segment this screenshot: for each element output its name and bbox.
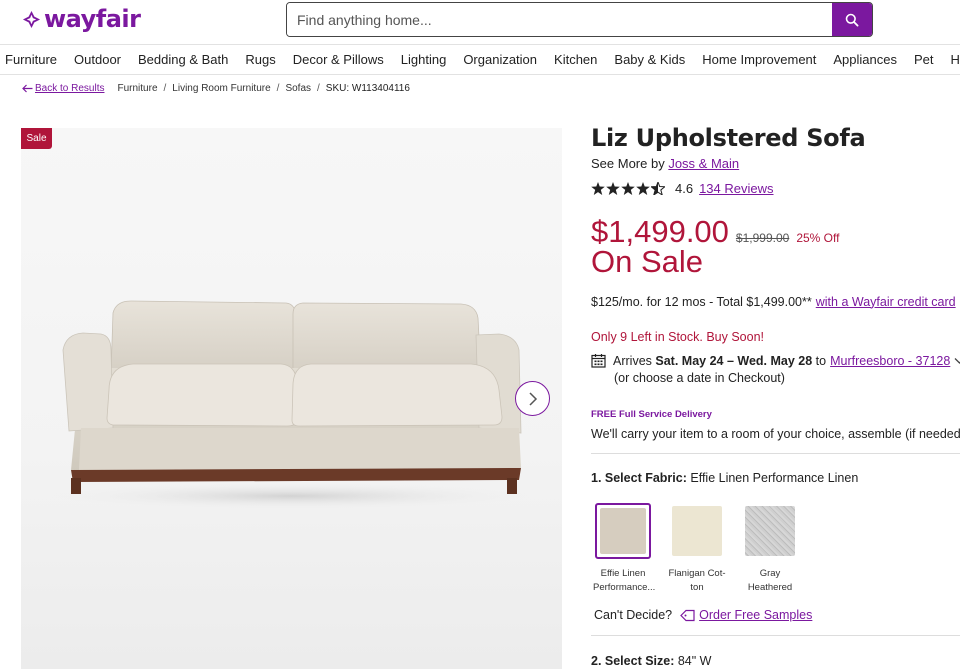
nav-item-lighting[interactable]: Lighting bbox=[401, 52, 447, 67]
cant-decide-label: Can't Decide? bbox=[594, 608, 673, 622]
order-samples-link[interactable]: Order Free Samples bbox=[699, 608, 812, 622]
discount-percent: 25% Off bbox=[796, 231, 840, 245]
star-icon bbox=[636, 182, 650, 195]
swatch-gray-heathered[interactable]: Gray Heathered bbox=[740, 503, 800, 595]
on-sale-label: On Sale bbox=[591, 244, 704, 279]
swatch-box bbox=[742, 503, 798, 559]
sale-badge: Sale bbox=[21, 128, 52, 149]
star-rating[interactable] bbox=[591, 182, 665, 195]
swatch-effie-linen[interactable]: Effie Linen Performance... bbox=[593, 503, 656, 595]
nav-item-organization[interactable]: Organization bbox=[463, 52, 537, 67]
size-label-heading: 2. Select Size: bbox=[591, 654, 675, 668]
zip-code-link[interactable]: Murfreesboro - 37128 bbox=[830, 354, 950, 368]
nav-item-appliances[interactable]: Appliances bbox=[833, 52, 897, 67]
crumb-furniture[interactable]: Furniture bbox=[117, 83, 157, 94]
free-samples-row: Can't Decide? Order Free Samples bbox=[594, 608, 812, 622]
sofa-image bbox=[41, 300, 541, 510]
chevron-down-icon[interactable] bbox=[954, 357, 960, 365]
crumb-separator: / bbox=[317, 83, 320, 94]
swatch-label: Effie Linen Performance... bbox=[593, 568, 656, 593]
chevron-right-icon bbox=[528, 391, 537, 406]
swatch-box bbox=[669, 503, 725, 559]
tag-icon bbox=[680, 609, 695, 622]
arrives-prefix: Arrives bbox=[613, 353, 652, 368]
choose-date-note: (or choose a date in Checkout) bbox=[614, 371, 785, 385]
half-star-icon bbox=[651, 182, 665, 195]
see-more-by: See More by Joss & Main bbox=[591, 156, 739, 171]
site-header: wayfair bbox=[0, 0, 960, 44]
arrival-dates: Sat. May 24 – Wed. May 28 bbox=[655, 353, 813, 368]
calendar-icon bbox=[591, 353, 606, 368]
star-icon bbox=[606, 182, 620, 195]
fabric-selected-value: Effie Linen Performance Linen bbox=[690, 471, 859, 485]
nav-item-pet[interactable]: Pet bbox=[914, 52, 934, 67]
nav-item-outdoor[interactable]: Outdoor bbox=[74, 52, 121, 67]
nav-item-rugs[interactable]: Rugs bbox=[245, 52, 275, 67]
swatch-color bbox=[745, 506, 795, 556]
financing-text: $125/mo. for 12 mos - Total $1,499.00** bbox=[591, 294, 812, 309]
crumb-separator: / bbox=[163, 83, 167, 94]
search-bar bbox=[286, 2, 873, 37]
size-selector-label: 2. Select Size: 84" W bbox=[591, 654, 711, 668]
nav-item-baby-kids[interactable]: Baby & Kids bbox=[614, 52, 685, 67]
next-image-button[interactable] bbox=[515, 381, 550, 416]
star-icon bbox=[591, 182, 605, 195]
swatch-flanigan-cotton[interactable]: Flanigan Cot-ton bbox=[667, 503, 727, 595]
fabric-selector-label: 1. Select Fabric: Effie Linen Performanc… bbox=[591, 471, 858, 485]
swatch-label: Flanigan Cot-ton bbox=[668, 568, 726, 593]
credit-card-link[interactable]: with a Wayfair credit card bbox=[816, 295, 956, 309]
fabric-label-heading: 1. Select Fabric: bbox=[591, 471, 687, 485]
crumb-living-room-furniture[interactable]: Living Room Furniture bbox=[172, 83, 270, 94]
free-delivery-tag: FREE Full Service Delivery bbox=[591, 409, 712, 420]
search-input[interactable] bbox=[287, 3, 832, 36]
breadcrumb: Back to Results Furniture / Living Room … bbox=[22, 83, 410, 94]
arrow-left-icon bbox=[22, 84, 33, 93]
reviews-link[interactable]: 134 Reviews bbox=[699, 181, 773, 196]
see-more-prefix: See More by bbox=[591, 156, 665, 171]
category-nav: Furniture Outdoor Bedding & Bath Rugs De… bbox=[0, 44, 960, 75]
search-icon bbox=[845, 13, 859, 27]
crumb-separator: / bbox=[276, 83, 280, 94]
wayfair-logo-icon bbox=[22, 10, 41, 28]
product-title: Liz Upholstered Sofa bbox=[591, 124, 866, 152]
back-to-results-label: Back to Results bbox=[35, 83, 105, 94]
brand-link[interactable]: Joss & Main bbox=[668, 156, 739, 171]
rating-value: 4.6 bbox=[675, 181, 694, 196]
swatch-label: Gray Heathered bbox=[747, 568, 793, 593]
financing-row: $125/mo. for 12 mos - Total $1,499.00** … bbox=[591, 294, 960, 309]
nav-item-bedding-bath[interactable]: Bedding & Bath bbox=[138, 52, 228, 67]
swatch-color bbox=[600, 508, 646, 554]
nav-item-home-improvement[interactable]: Home Improvement bbox=[702, 52, 816, 67]
crumb-sofas[interactable]: Sofas bbox=[285, 83, 311, 94]
divider bbox=[591, 635, 960, 636]
original-price: $1,999.00 bbox=[735, 231, 790, 245]
delivery-description: We'll carry your item to a room of your … bbox=[591, 427, 960, 441]
product-image[interactable] bbox=[21, 128, 562, 669]
swatch-box bbox=[595, 503, 651, 559]
star-icon bbox=[621, 182, 635, 195]
delivery-estimate: Arrives Sat. May 24 – Wed. May 28 to Mur… bbox=[591, 353, 960, 385]
size-selected-value: 84" W bbox=[677, 654, 712, 668]
arrives-to: to bbox=[815, 353, 827, 368]
nav-item-kitchen[interactable]: Kitchen bbox=[554, 52, 597, 67]
rating-row: 4.6 134 Reviews bbox=[591, 181, 774, 196]
nav-item-decor-pillows[interactable]: Decor & Pillows bbox=[293, 52, 384, 67]
logo-text: wayfair bbox=[44, 5, 141, 33]
nav-item-furniture[interactable]: Furniture bbox=[5, 52, 57, 67]
back-to-results-link[interactable]: Back to Results bbox=[22, 83, 104, 94]
sku-label: SKU: W113404116 bbox=[325, 83, 410, 94]
nav-item-holiday[interactable]: Holiday bbox=[951, 52, 960, 67]
wayfair-logo[interactable]: wayfair bbox=[22, 5, 141, 33]
search-button[interactable] bbox=[832, 3, 872, 36]
divider bbox=[591, 453, 960, 454]
swatch-color bbox=[672, 506, 722, 556]
stock-notice: Only 9 Left in Stock. Buy Soon! bbox=[591, 330, 765, 344]
